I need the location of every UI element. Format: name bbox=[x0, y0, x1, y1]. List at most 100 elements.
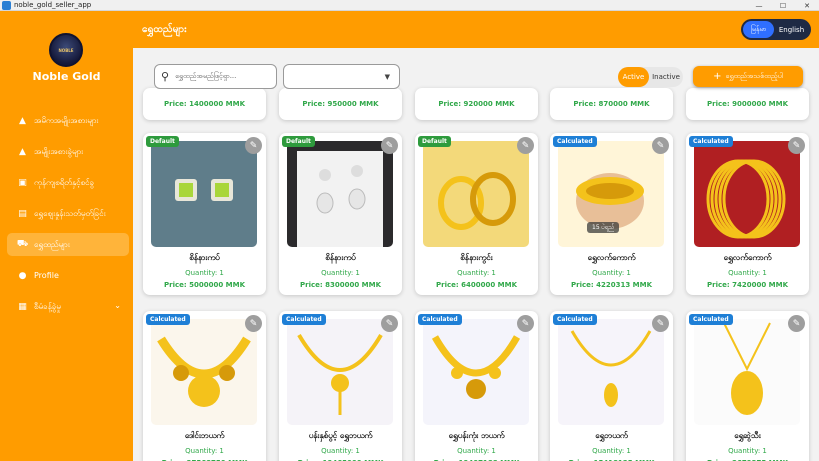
close-button[interactable]: ✕ bbox=[795, 0, 819, 11]
product-name: ရွှေဆွဲသီး bbox=[734, 431, 761, 440]
product-quantity: Quantity: 1 bbox=[457, 269, 496, 277]
edit-icon[interactable]: ✎ bbox=[788, 137, 805, 154]
sidebar-item-label: စီမံခန့်ခွဲမှု bbox=[34, 301, 61, 311]
brand-logo: NOBLE bbox=[49, 33, 83, 67]
product-card[interactable]: Calculated ✎ 15 ပဲရည် ရွှေလက်ကောက် Quantity:… bbox=[550, 133, 673, 295]
product-card[interactable]: Calculated✎ရွှေဆွဲသီးQuantity: 1Price: 2… bbox=[686, 311, 809, 461]
product-card-partial[interactable]: Price: 870000 MMK bbox=[550, 88, 673, 120]
price-type-badge: Calculated bbox=[553, 136, 597, 147]
product-name: စိန်နားကွင်း bbox=[460, 253, 493, 262]
lang-myanmar-option[interactable]: မြန်မာ bbox=[743, 21, 774, 38]
lang-english-option[interactable]: English bbox=[774, 21, 809, 38]
product-quantity: Quantity: 1 bbox=[185, 447, 224, 455]
sidebar-item-profile[interactable]: ● Profile bbox=[7, 264, 129, 287]
product-image bbox=[287, 141, 393, 247]
product-image bbox=[423, 319, 529, 425]
product-card[interactable]: Calculated ✎ ပန်းနှစ်ပွင့် ရွှေဘယက် Quantit… bbox=[279, 311, 402, 461]
edit-icon[interactable]: ✎ bbox=[381, 137, 398, 154]
category-dropdown[interactable]: ▼ bbox=[283, 64, 400, 89]
product-card[interactable]: Default ✎ စိန်နားကပ် Quantity: 1 Price: 8300… bbox=[279, 133, 402, 295]
sidebar: NOBLE Noble Gold ▲ အမိကအမျိုးအစားများ ▲ … bbox=[0, 11, 133, 461]
brand-name: Noble Gold bbox=[32, 70, 101, 83]
product-price: Price: 1400000 MMK bbox=[163, 100, 245, 108]
window-title: noble_gold_seller_app bbox=[14, 1, 92, 9]
sidebar-item-label: အမိကအမျိုးအစားများ bbox=[34, 115, 99, 125]
page-title: ရွှေထည်များ bbox=[142, 24, 187, 35]
product-quantity: Quantity: 1 bbox=[457, 447, 496, 455]
sidebar-item-label: ရွှေဈေးနှုန်းသတ်မှတ်ခြင်း bbox=[34, 208, 106, 218]
product-quantity: Quantity: 1 bbox=[728, 447, 767, 455]
price-type-badge: Calculated bbox=[553, 314, 597, 325]
main-content: Price: 1400000 MMK Price: 950000 MMK Price… bbox=[133, 48, 819, 461]
product-card-partial[interactable]: Price: 950000 MMK bbox=[279, 88, 402, 120]
sidebar-item-main-categories[interactable]: ▲ အမိကအမျိုးအစားများ bbox=[7, 109, 129, 132]
product-card[interactable]: Default ✎ စိန်နားကပ် Quantity: 1 Price: 5000… bbox=[143, 133, 266, 295]
product-card[interactable]: Calculated✎ရွှေဘယက်Quantity: 1Price: 154… bbox=[550, 311, 673, 461]
page-header: ရွှေထည်များ မြန်မာ English bbox=[133, 11, 819, 48]
search-icon: ⚲ bbox=[161, 70, 170, 83]
product-image bbox=[694, 141, 800, 247]
search-input[interactable]: ⚲ ရွှေထည်အမည်ဖြင့်ရှာ... bbox=[154, 64, 277, 89]
sidebar-item-management[interactable]: ▦ စီမံခန့်ခွဲမှု ⌄ bbox=[7, 295, 129, 318]
product-price: Price: 9000000 MMK bbox=[706, 100, 788, 108]
product-price: Price: 5000000 MMK bbox=[163, 281, 245, 289]
product-card-partial[interactable]: Price: 1400000 MMK bbox=[143, 88, 266, 120]
product-price: Price: 8300000 MMK bbox=[299, 281, 381, 289]
product-name: စိန်နားကပ် bbox=[189, 253, 220, 262]
price-icon: ▤ bbox=[18, 208, 27, 219]
edit-icon[interactable]: ✎ bbox=[517, 315, 534, 332]
product-card[interactable]: Calculated✎ဒေါင်းဘယက်Quantity: 1Price: 2… bbox=[143, 311, 266, 461]
product-grid: Price: 1400000 MMK Price: 950000 MMK Price… bbox=[133, 48, 819, 461]
product-card[interactable]: Calculated ✎ ရွှေလက်ကောက် Quantity: 1 Price:… bbox=[686, 133, 809, 295]
price-type-badge: Default bbox=[146, 136, 179, 147]
product-image bbox=[151, 141, 257, 247]
edit-icon[interactable]: ✎ bbox=[245, 315, 262, 332]
product-price: Price: 950000 MMK bbox=[302, 100, 379, 108]
product-card[interactable]: Calculated✎ရွှေပန်းကုံး ဘယက်Quantity: 1P… bbox=[415, 311, 538, 461]
sidebar-item-label: ရွှေထည်များ bbox=[34, 239, 70, 249]
language-toggle[interactable]: မြန်မာ English bbox=[741, 19, 811, 40]
product-name: ပန်းနှစ်ပွင့် ရွှေဘယက် bbox=[308, 431, 373, 440]
sidebar-item-label: အမျိုးအစားခွဲများ bbox=[34, 146, 84, 156]
product-name: ရွှေလက်ကောက် bbox=[723, 253, 772, 262]
subcategory-icon: ▲ bbox=[19, 146, 26, 157]
status-toggle[interactable]: Active Inactive bbox=[618, 67, 683, 87]
add-product-label: ရွှေထည်အသစ်ထည့်ပါ bbox=[725, 71, 783, 80]
product-name: ရွှေပန်းကုံး ဘယက် bbox=[448, 431, 505, 440]
category-icon: ▲ bbox=[19, 115, 26, 126]
product-price: Price: 4220313 MMK bbox=[570, 281, 652, 289]
sidebar-item-gold-price[interactable]: ▤ ရွှေဈေးနှုန်းသတ်မှတ်ခြင်း bbox=[7, 202, 129, 225]
price-type-badge: Default bbox=[418, 136, 451, 147]
product-card-partial[interactable]: Price: 9000000 MMK bbox=[686, 88, 809, 120]
price-type-badge: Calculated bbox=[689, 314, 733, 325]
product-price: Price: 920000 MMK bbox=[438, 100, 515, 108]
maximize-button[interactable]: ☐ bbox=[771, 0, 795, 11]
price-type-badge: Default bbox=[282, 136, 315, 147]
app-icon bbox=[2, 0, 11, 10]
dashboard-icon: ▦ bbox=[18, 301, 27, 312]
toggle-inactive[interactable]: Inactive bbox=[649, 67, 683, 87]
product-quantity: Quantity: 1 bbox=[592, 447, 631, 455]
product-image bbox=[558, 319, 664, 425]
edit-icon[interactable]: ✎ bbox=[245, 137, 262, 154]
product-card-partial[interactable]: Price: 920000 MMK bbox=[415, 88, 538, 120]
price-type-badge: Calculated bbox=[418, 314, 462, 325]
edit-icon[interactable]: ✎ bbox=[652, 315, 669, 332]
sidebar-item-subcategories[interactable]: ▲ အမျိုးအစားခွဲများ bbox=[7, 140, 129, 163]
edit-icon[interactable]: ✎ bbox=[517, 137, 534, 154]
add-product-button[interactable]: + ရွှေထည်အသစ်ထည့်ပါ bbox=[693, 66, 803, 87]
toggle-active[interactable]: Active bbox=[618, 67, 649, 87]
edit-icon[interactable]: ✎ bbox=[381, 315, 398, 332]
window-titlebar: noble_gold_seller_app — ☐ ✕ bbox=[0, 0, 819, 11]
product-image bbox=[287, 319, 393, 425]
edit-icon[interactable]: ✎ bbox=[788, 315, 805, 332]
sidebar-item-costs[interactable]: ▣ ကုန်ကျစရိတ်နှင့်စင်ခွ bbox=[7, 171, 129, 194]
minimize-button[interactable]: — bbox=[747, 0, 771, 11]
sidebar-item-products[interactable]: ⛟ ရွှေထည်များ bbox=[7, 233, 129, 256]
product-card[interactable]: Default ✎ စိန်နားကွင်း Quantity: 1 Price: 64… bbox=[415, 133, 538, 295]
cart-icon: ⛟ bbox=[16, 239, 29, 249]
dropdown-arrow-icon: ▼ bbox=[384, 73, 390, 81]
product-image bbox=[694, 319, 800, 425]
edit-icon[interactable]: ✎ bbox=[652, 137, 669, 154]
product-quantity: Quantity: 1 bbox=[728, 269, 767, 277]
